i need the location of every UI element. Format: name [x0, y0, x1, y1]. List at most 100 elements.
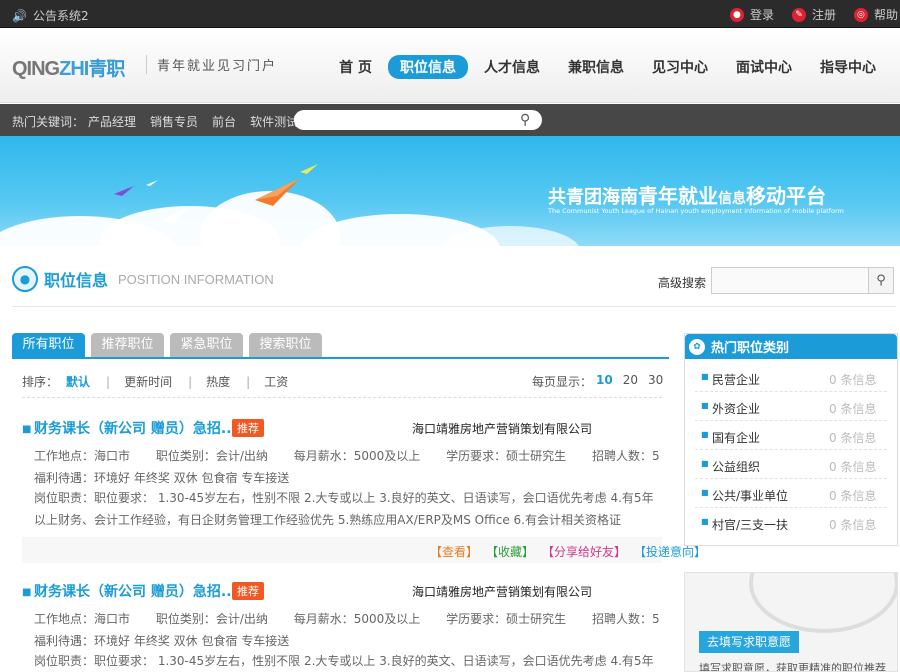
bullet-icon: ■ [22, 587, 32, 598]
keyword-link[interactable]: 软件测试 [250, 113, 298, 130]
job-benefits: 福利待遇：环境好 年终奖 双休 包食宿 专车接送 [34, 471, 290, 485]
bullet-icon: ■ [22, 424, 32, 435]
login-link[interactable]: ● 登录 [729, 6, 774, 23]
edit-icon: ✎ [791, 7, 806, 22]
hot-keywords: 热门关键词： 产品经理 销售专员 前台 软件测试 [12, 113, 298, 130]
job-location: 工作地点：海口市 [34, 612, 131, 626]
company-name[interactable]: 海口靖雅房地产营销策划有限公司 [412, 420, 592, 437]
bullet-icon: ■ [701, 401, 709, 410]
category-item[interactable]: ■ 公共/事业单位 0 条信息 [695, 479, 887, 508]
paper-plane-icon [300, 164, 318, 174]
help-icon: ◎ [853, 7, 868, 22]
per-page-30[interactable]: 30 [648, 373, 663, 390]
paper-plane-icon [114, 186, 134, 196]
sort-label: 排序： [22, 375, 59, 389]
help-link[interactable]: ◎ 帮助 [853, 6, 898, 23]
job-headcount: 招聘人数：5 [591, 612, 660, 626]
tab-search[interactable]: 搜索职位 [249, 333, 322, 357]
share-button[interactable]: 【分享给好友】 [542, 543, 626, 560]
nav-home[interactable]: 首 页 [327, 55, 384, 79]
main-nav: 首 页 职位信息 人才信息 兼职信息 见习中心 面试中心 指导中心 [323, 55, 888, 79]
nav-interview[interactable]: 面试中心 [724, 55, 804, 79]
nav-guidance[interactable]: 指导中心 [808, 55, 888, 79]
paper-plane-icon [162, 206, 190, 224]
job-category: 职位类别：会计/出纳 [155, 449, 268, 463]
keyword-link[interactable]: 销售专员 [150, 113, 198, 130]
register-link[interactable]: ✎ 注册 [791, 6, 836, 23]
section-header: ● 职位信息 POSITION INFORMATION [12, 266, 274, 292]
job-category: 职位类别：会计/出纳 [155, 612, 268, 626]
recommend-badge: 推荐 [232, 582, 264, 600]
category-item[interactable]: ■ 外资企业 0 条信息 [695, 392, 887, 421]
category-item[interactable]: ■ 村官/三支一扶 0 条信息 [695, 508, 887, 537]
job-title[interactable]: 财务课长（新公司 赠员）急招... [34, 418, 237, 438]
job-title[interactable]: 财务课长（新公司 赠员）急招... [34, 581, 237, 601]
hot-keywords-label: 热门关键词： [12, 115, 85, 129]
advanced-search-input[interactable] [711, 267, 869, 294]
nav-parttime[interactable]: 兼职信息 [556, 55, 636, 79]
per-page-label: 每页显示： [532, 375, 593, 389]
tab-all-jobs[interactable]: 所有职位 [12, 333, 85, 357]
hot-categories-panel: ✿ 热门职位类别 ■ 民营企业 0 条信息 ■ 外资企业 0 条信息 ■ 国有企业 0 条信… [684, 333, 898, 546]
keyword-link[interactable]: 产品经理 [88, 113, 136, 130]
job-headcount: 招聘人数：5 [591, 449, 660, 463]
divider [12, 306, 896, 307]
bullet-icon: ■ [701, 430, 709, 439]
notice: 🔊 公告系统2 [12, 7, 89, 24]
view-button[interactable]: 【查看】 [430, 543, 478, 560]
job-salary: 每月薪水：5000及以上 [293, 612, 421, 626]
header: QINGZHI青职 青年就业见习门户 首 页 职位信息 人才信息 兼职信息 见习… [0, 28, 900, 103]
job-info-row: 工作地点：海口市 职位类别：会计/出纳 每月薪水：5000及以上 学历要求：硕士… [34, 610, 682, 627]
per-page-10[interactable]: 10 [596, 373, 613, 390]
job-listing: ■ 财务课长（新公司 赠员）急招... 推荐 海口靖雅房地产营销策划有限公司 工… [22, 581, 662, 668]
search-icon[interactable]: ⚲ [868, 267, 894, 294]
sort-default[interactable]: 默认 [66, 373, 90, 390]
nav-jobs[interactable]: 职位信息 [388, 55, 468, 79]
nav-internship[interactable]: 见习中心 [640, 55, 720, 79]
briefcase-icon: ● [12, 266, 38, 292]
top-search-input[interactable] [294, 110, 542, 130]
hot-keywords-bar: 热门关键词： 产品经理 销售专员 前台 软件测试 ⚲ [0, 104, 900, 136]
sort-salary[interactable]: 工资 [264, 373, 288, 390]
notice-text[interactable]: 公告系统2 [33, 7, 89, 24]
per-page-20[interactable]: 20 [623, 373, 638, 390]
category-item[interactable]: ■ 国有企业 0 条信息 [695, 421, 887, 450]
job-info-row: 工作地点：海口市 职位类别：会计/出纳 每月薪水：5000及以上 学历要求：硕士… [34, 447, 682, 464]
paper-plane-icon [146, 180, 158, 186]
job-actions: 【查看】 【收藏】 【分享给好友】 【投递意向】 [430, 543, 706, 560]
top-bar: 🔊 公告系统2 ● 登录 ✎ 注册 ◎ 帮助 [0, 0, 900, 28]
bullet-icon: ■ [701, 372, 709, 381]
bullet-icon: ■ [701, 517, 709, 526]
divider: | [246, 374, 251, 389]
hot-categories-title: 热门职位类别 [711, 341, 790, 356]
per-page: 每页显示： 10 20 30 [532, 373, 663, 390]
top-links: ● 登录 ✎ 注册 ◎ 帮助 [729, 6, 898, 23]
decorative-arc [749, 573, 897, 633]
tab-urgent[interactable]: 紧急职位 [170, 333, 243, 357]
job-benefits: 福利待遇：环境好 年终奖 双休 包食宿 专车接送 [34, 634, 290, 648]
keyword-link[interactable]: 前台 [212, 113, 236, 130]
sort-update-time[interactable]: 更新时间 [124, 373, 172, 390]
divider: | [106, 374, 111, 389]
banner-subtitle: The Communist Youth League of Hainan you… [548, 207, 844, 215]
section-title-en: POSITION INFORMATION [118, 271, 274, 287]
paper-plane-icon [255, 178, 300, 206]
nav-talent[interactable]: 人才信息 [472, 55, 552, 79]
fill-intent-button[interactable]: 去填写求职意愿 [699, 631, 799, 653]
user-icon: ● [729, 7, 744, 22]
job-education: 学历要求：硕士研究生 [446, 449, 567, 463]
job-intent-panel: 去填写求职意愿 填写求职意愿，获取更精准的职位推荐 [684, 572, 898, 672]
company-name[interactable]: 海口靖雅房地产营销策划有限公司 [412, 583, 592, 600]
category-item[interactable]: ■ 民营企业 0 条信息 [695, 363, 887, 392]
tab-recommended[interactable]: 推荐职位 [91, 333, 164, 357]
recommend-badge: 推荐 [232, 419, 264, 437]
bullet-icon: ■ [701, 488, 709, 497]
sort-popularity[interactable]: 热度 [206, 373, 230, 390]
section-title: 职位信息 [44, 271, 109, 290]
category-item[interactable]: ■ 公益组织 0 条信息 [695, 450, 887, 479]
gear-icon: ✿ [689, 338, 705, 355]
search-icon[interactable]: ⚲ [520, 112, 536, 128]
job-salary: 每月薪水：5000及以上 [293, 449, 421, 463]
logo[interactable]: QINGZHI青职 [12, 54, 125, 81]
favorite-button[interactable]: 【收藏】 [486, 543, 534, 560]
